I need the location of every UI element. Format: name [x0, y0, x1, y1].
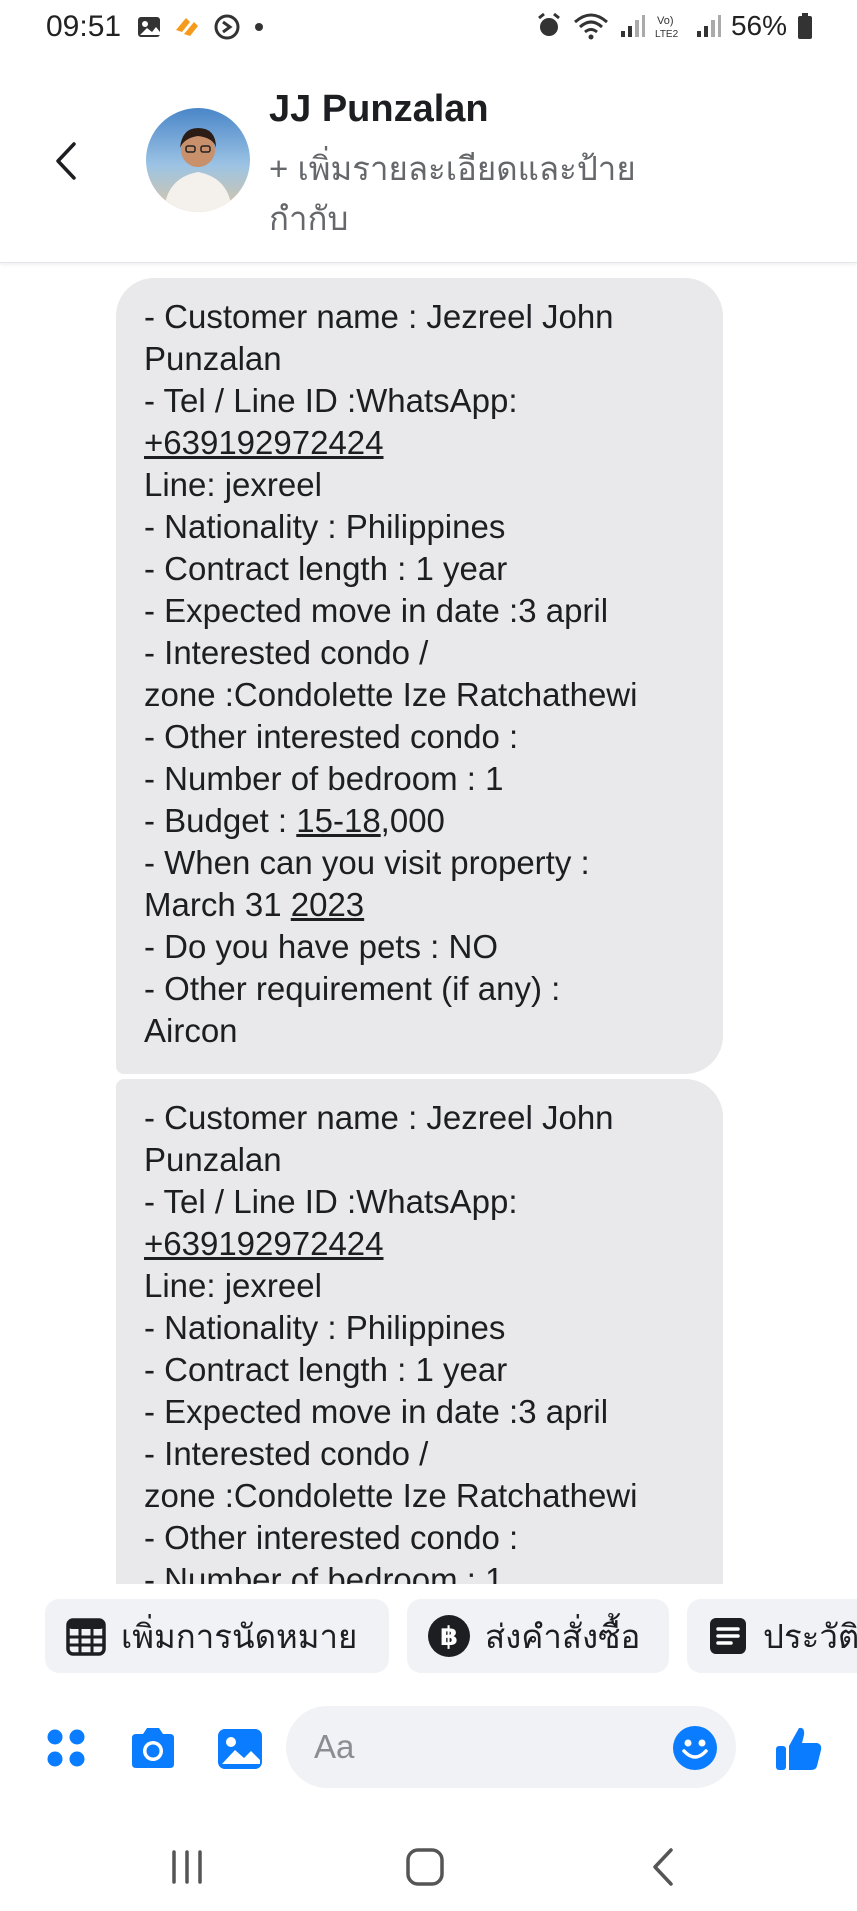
camera-icon	[132, 1728, 174, 1768]
message-line: - Expected move in date :3 april	[144, 592, 609, 629]
message-line: - Interested condo /	[144, 634, 429, 671]
dot-icon	[255, 23, 263, 31]
add-details-link[interactable]: + เพิ่มรายละเอียดและป้ายกำกับ	[269, 144, 689, 244]
message-line: - Number of bedroom : 1	[144, 760, 504, 797]
battery-icon	[798, 13, 812, 39]
gallery-icon	[138, 17, 160, 37]
quick-actions-bar: เพิ่มการนัดหมาย ฿ ส่งคำสั่งซื้อ ประวัติ	[0, 1586, 857, 1682]
visit-date-line: March 31 2023	[144, 884, 697, 926]
message-line: - Interested condo /	[144, 1435, 429, 1472]
message-line: - Do you have pets : NO	[144, 928, 498, 965]
message-line: Line: jexreel	[144, 466, 322, 503]
message-line: - Tel / Line ID :WhatsApp:	[144, 382, 518, 419]
recents-icon	[172, 1850, 202, 1884]
message-line: Line: jexreel	[144, 1267, 322, 1304]
alarm-icon	[538, 12, 560, 36]
baht-icon: ฿	[428, 1615, 470, 1657]
calendar-icon	[66, 1618, 106, 1656]
thumbs-up-icon	[776, 1727, 822, 1770]
message-line: - Number of bedroom : 1	[144, 1561, 504, 1584]
message-line: - Contract length : 1 year	[144, 1351, 508, 1388]
history-icon	[710, 1618, 746, 1654]
avatar[interactable]	[146, 108, 250, 212]
message-line: - Other requirement (if any) :	[144, 970, 561, 1007]
volte-icon: Vo) LTE2	[655, 15, 679, 40]
message-line: - When can you visit property :	[144, 844, 590, 881]
message-line: - Expected move in date :3 april	[144, 1393, 609, 1430]
more-actions-button[interactable]	[40, 1722, 94, 1776]
message-line: Punzalan	[144, 1141, 282, 1178]
status-right-icons: Vo) LTE2 56%	[535, 10, 813, 42]
home-button[interactable]	[400, 1842, 450, 1892]
budget-range-link[interactable]: 15-18	[296, 802, 380, 839]
photo-icon	[218, 1729, 262, 1769]
message-line: - Nationality : Philippines	[144, 508, 506, 545]
status-left-icons	[136, 12, 266, 42]
message-line: - Nationality : Philippines	[144, 1309, 506, 1346]
signal-icon	[620, 15, 645, 37]
status-bar: 09:51 Vo) LTE2 56%	[0, 0, 857, 56]
home-icon	[406, 1848, 444, 1886]
message-line: zone :Condolette Ize Ratchathewi	[144, 676, 638, 713]
svg-text:Vo): Vo)	[657, 15, 674, 27]
message-bubble[interactable]: - Customer name : Jezreel John Punzalan …	[116, 278, 723, 1074]
dnd-icon	[214, 14, 240, 40]
system-back-button[interactable]	[640, 1842, 690, 1892]
history-label: ประวัติ	[763, 1617, 857, 1655]
avatar-photo	[146, 108, 250, 212]
svg-text:฿: ฿	[440, 1622, 458, 1652]
recent-apps-button[interactable]	[162, 1842, 212, 1892]
message-list[interactable]: - Customer name : Jezreel John Punzalan …	[0, 264, 857, 1584]
emoji-icon	[673, 1726, 717, 1770]
wifi-icon	[573, 13, 608, 40]
like-button[interactable]	[772, 1722, 826, 1776]
add-appointment-chip[interactable]: เพิ่มการนัดหมาย	[45, 1599, 389, 1673]
message-bubble[interactable]: - Customer name : Jezreel John Punzalan …	[116, 1079, 723, 1584]
system-nav-bar	[0, 1820, 857, 1911]
budget-line: - Budget : 15-18,000	[144, 800, 697, 842]
signal-icon	[696, 15, 721, 37]
message-line: Aircon	[144, 1012, 238, 1049]
message-line: - Customer name : Jezreel John	[144, 298, 614, 335]
phone-link[interactable]: +639192972424	[144, 422, 697, 464]
visit-date-text: March 31	[144, 886, 291, 923]
status-time: 09:51	[46, 10, 122, 43]
send-order-chip[interactable]: ฿ ส่งคำสั่งซื้อ	[407, 1599, 669, 1673]
add-appointment-label: เพิ่มการนัดหมาย	[121, 1617, 358, 1655]
app-notification-icon	[176, 18, 198, 36]
message-line: - Customer name : Jezreel John	[144, 1099, 614, 1136]
battery-percent: 56%	[730, 10, 787, 41]
phone-link[interactable]: +639192972424	[144, 1223, 697, 1265]
gallery-button[interactable]	[214, 1722, 268, 1776]
emoji-button[interactable]	[672, 1725, 718, 1771]
camera-button[interactable]	[126, 1722, 180, 1776]
message-line: Punzalan	[144, 340, 282, 377]
back-icon	[653, 1848, 673, 1886]
visit-year-link[interactable]: 2023	[291, 886, 364, 923]
chevron-left-icon	[56, 142, 76, 180]
back-button[interactable]	[46, 136, 86, 186]
message-line: zone :Condolette Ize Ratchathewi	[144, 1477, 638, 1514]
chat-header: JJ Punzalan + เพิ่มรายละเอียดและป้ายกำกั…	[0, 56, 857, 263]
contact-name[interactable]: JJ Punzalan	[269, 88, 489, 131]
send-order-label: ส่งคำสั่งซื้อ	[485, 1617, 641, 1655]
budget-label: - Budget :	[144, 802, 297, 839]
message-line: - Contract length : 1 year	[144, 550, 508, 587]
budget-suffix: ,000	[380, 802, 445, 839]
message-line: - Tel / Line ID :WhatsApp:	[144, 1183, 518, 1220]
message-line: - Other interested condo :	[144, 718, 519, 755]
message-composer	[0, 1690, 857, 1810]
message-input[interactable]	[286, 1706, 736, 1788]
svg-text:LTE2: LTE2	[655, 29, 679, 40]
apps-grid-icon	[47, 1729, 85, 1767]
message-line: - Other interested condo :	[144, 1519, 519, 1556]
history-chip[interactable]: ประวัติ	[687, 1599, 857, 1673]
